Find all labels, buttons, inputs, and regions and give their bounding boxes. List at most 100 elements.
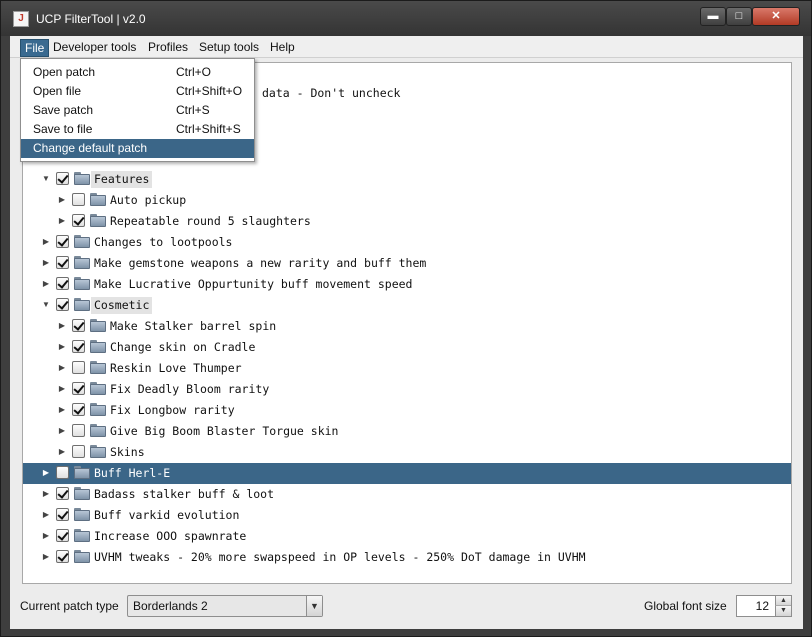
- tree-row[interactable]: ▼ Cosmetic: [23, 295, 791, 316]
- menu-file[interactable]: File: [20, 39, 50, 57]
- expand-arrow-icon[interactable]: ▶: [41, 468, 51, 478]
- expand-arrow-icon[interactable]: ▶: [41, 489, 51, 499]
- tree-row[interactable]: ▶ UVHM tweaks - 20% more swapspeed in OP …: [23, 547, 791, 568]
- node-label[interactable]: Cosmetic: [91, 297, 153, 314]
- node-label[interactable]: Reskin Love Thumper: [107, 360, 245, 377]
- tree-row[interactable]: ▶ Auto pickup: [23, 190, 791, 211]
- node-checkbox[interactable]: [72, 319, 85, 332]
- tree-row[interactable]: ▶ Give Big Boom Blaster Torgue skin: [23, 421, 791, 442]
- patch-type-value: Borderlands 2: [133, 599, 208, 613]
- minimize-button[interactable]: ▬: [700, 7, 726, 26]
- menu-profiles[interactable]: Profiles: [144, 39, 192, 57]
- font-size-value[interactable]: 12: [756, 599, 769, 613]
- menu-developer-tools[interactable]: Developer tools: [49, 39, 140, 57]
- node-label[interactable]: Badass stalker buff & loot: [91, 486, 277, 503]
- node-label[interactable]: Buff varkid evolution: [91, 507, 242, 524]
- node-checkbox[interactable]: [72, 340, 85, 353]
- node-checkbox[interactable]: [72, 424, 85, 437]
- tree-row[interactable]: ▶ Changes to lootpools: [23, 232, 791, 253]
- collapse-arrow-icon[interactable]: ▼: [41, 174, 51, 184]
- tree-row[interactable]: ▶ Repeatable round 5 slaughters: [23, 211, 791, 232]
- node-label[interactable]: Give Big Boom Blaster Torgue skin: [107, 423, 341, 440]
- menu-help[interactable]: Help: [266, 39, 299, 57]
- menu-save-patch[interactable]: Save patch Ctrl+S: [21, 101, 254, 120]
- node-label[interactable]: Make Stalker barrel spin: [107, 318, 279, 335]
- expand-arrow-icon[interactable]: ▶: [41, 552, 51, 562]
- node-checkbox[interactable]: [56, 172, 69, 185]
- tree-partial-label: data - Don't uncheck: [262, 86, 401, 100]
- node-label[interactable]: Auto pickup: [107, 192, 189, 209]
- tree-row[interactable]: ▼ Features: [23, 169, 791, 190]
- menu-open-file[interactable]: Open file Ctrl+Shift+O: [21, 82, 254, 101]
- expand-arrow-icon[interactable]: ▶: [57, 342, 67, 352]
- expand-arrow-icon[interactable]: ▶: [57, 405, 67, 415]
- tree-row[interactable]: ▶ Buff varkid evolution: [23, 505, 791, 526]
- node-label[interactable]: Increase OOO spawnrate: [91, 528, 249, 545]
- node-label[interactable]: Fix Deadly Bloom rarity: [107, 381, 272, 398]
- expand-arrow-icon[interactable]: ▶: [57, 363, 67, 373]
- tree-row[interactable]: ▶ Badass stalker buff & loot: [23, 484, 791, 505]
- tree-row[interactable]: ▶ Buff Herl-E: [23, 463, 791, 484]
- menu-save-to-file[interactable]: Save to file Ctrl+Shift+S: [21, 120, 254, 139]
- node-checkbox[interactable]: [56, 487, 69, 500]
- menu-setup-tools[interactable]: Setup tools: [195, 39, 263, 57]
- expand-arrow-icon[interactable]: ▶: [57, 216, 67, 226]
- menu-open-patch[interactable]: Open patch Ctrl+O: [21, 63, 254, 82]
- node-label[interactable]: Buff Herl-E: [91, 465, 173, 482]
- expand-arrow-icon[interactable]: ▶: [41, 237, 51, 247]
- node-label[interactable]: UVHM tweaks - 20% more swapspeed in OP l…: [91, 549, 589, 566]
- node-checkbox[interactable]: [72, 361, 85, 374]
- expand-arrow-icon[interactable]: ▶: [41, 258, 51, 268]
- spin-down-icon[interactable]: ▼: [775, 606, 791, 616]
- node-label[interactable]: Change skin on Cradle: [107, 339, 258, 356]
- maximize-button[interactable]: □: [726, 7, 752, 26]
- tree-row[interactable]: ▶ Reskin Love Thumper: [23, 358, 791, 379]
- spin-up-icon[interactable]: ▲: [775, 596, 791, 606]
- node-label[interactable]: Skins: [107, 444, 148, 461]
- chevron-down-icon[interactable]: ▼: [306, 596, 322, 616]
- node-checkbox[interactable]: [56, 277, 69, 290]
- title-bar[interactable]: J UCP FilterTool | v2.0 ▬ □ ✕: [1, 1, 811, 36]
- collapse-arrow-icon[interactable]: ▼: [41, 300, 51, 310]
- tree-row[interactable]: ▶ Make Lucrative Oppurtunity buff movemen…: [23, 274, 791, 295]
- expand-arrow-icon[interactable]: ▶: [57, 321, 67, 331]
- tree-row[interactable]: ▶ Skins: [23, 442, 791, 463]
- node-label[interactable]: Features: [91, 171, 153, 188]
- tree-row[interactable]: ▶ Increase OOO spawnrate: [23, 526, 791, 547]
- tree-row[interactable]: ▶ Make gemstone weapons a new rarity and …: [23, 253, 791, 274]
- expand-arrow-icon[interactable]: ▶: [41, 510, 51, 520]
- node-checkbox[interactable]: [72, 214, 85, 227]
- expand-arrow-icon[interactable]: ▶: [57, 426, 67, 436]
- node-checkbox[interactable]: [72, 382, 85, 395]
- font-size-spinner[interactable]: 12 ▲ ▼: [736, 595, 792, 617]
- node-checkbox[interactable]: [56, 550, 69, 563]
- node-checkbox[interactable]: [72, 445, 85, 458]
- node-label[interactable]: Repeatable round 5 slaughters: [107, 213, 314, 230]
- patch-type-combo[interactable]: Borderlands 2 ▼: [127, 595, 323, 617]
- node-checkbox[interactable]: [56, 298, 69, 311]
- folder-icon: [74, 508, 90, 521]
- node-checkbox[interactable]: [72, 193, 85, 206]
- tree-row[interactable]: ▶ Fix Longbow rarity: [23, 400, 791, 421]
- tree-row[interactable]: ▶ Change skin on Cradle: [23, 337, 791, 358]
- expand-arrow-icon[interactable]: ▶: [41, 279, 51, 289]
- expand-arrow-icon[interactable]: ▶: [57, 195, 67, 205]
- node-checkbox[interactable]: [56, 529, 69, 542]
- tree-row[interactable]: ▶ Make Stalker barrel spin: [23, 316, 791, 337]
- node-checkbox[interactable]: [56, 256, 69, 269]
- close-button[interactable]: ✕: [752, 7, 800, 26]
- node-label[interactable]: Make Lucrative Oppurtunity buff movement…: [91, 276, 416, 293]
- node-checkbox[interactable]: [72, 403, 85, 416]
- menu-change-default-patch[interactable]: Change default patch: [21, 139, 254, 158]
- node-label[interactable]: Make gemstone weapons a new rarity and b…: [91, 255, 429, 272]
- folder-icon: [90, 319, 106, 332]
- expand-arrow-icon[interactable]: ▶: [41, 531, 51, 541]
- expand-arrow-icon[interactable]: ▶: [57, 447, 67, 457]
- node-checkbox[interactable]: [56, 235, 69, 248]
- node-checkbox[interactable]: [56, 466, 69, 479]
- expand-arrow-icon[interactable]: ▶: [57, 384, 67, 394]
- tree-row[interactable]: ▶ Fix Deadly Bloom rarity: [23, 379, 791, 400]
- node-checkbox[interactable]: [56, 508, 69, 521]
- node-label[interactable]: Fix Longbow rarity: [107, 402, 238, 419]
- node-label[interactable]: Changes to lootpools: [91, 234, 235, 251]
